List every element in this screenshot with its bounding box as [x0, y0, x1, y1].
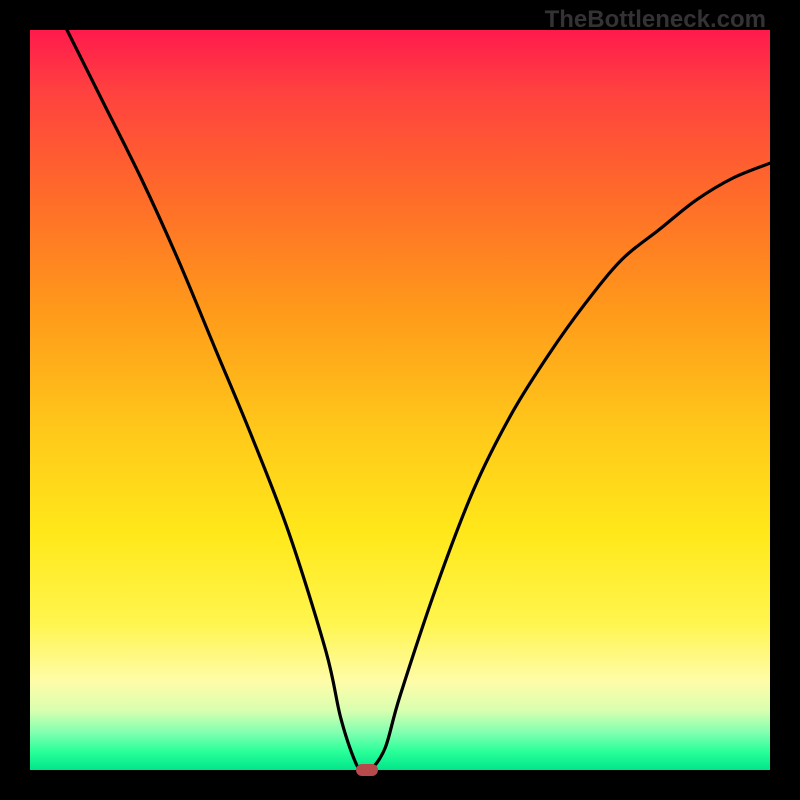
plot-area	[30, 30, 770, 770]
bottleneck-curve	[30, 30, 770, 770]
optimal-point-marker	[356, 764, 378, 776]
chart-frame: TheBottleneck.com	[0, 0, 800, 800]
